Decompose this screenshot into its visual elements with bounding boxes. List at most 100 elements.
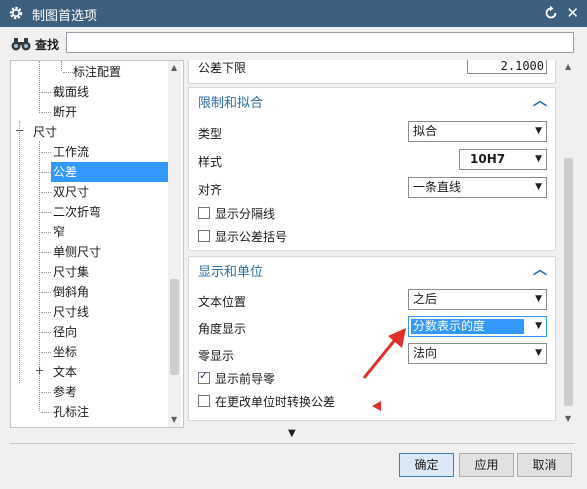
expand-icon[interactable]: + (35, 364, 44, 377)
scrollbar-thumb[interactable] (564, 158, 573, 406)
tree-connector (41, 192, 51, 193)
cancel-button[interactable]: 取消 (517, 453, 572, 477)
tree-item-hole-callout[interactable]: 孔标注 (53, 402, 89, 422)
window-title: 制图首选项 (32, 9, 98, 24)
tree-connector (41, 292, 51, 293)
apply-button[interactable]: 应用 (459, 453, 514, 477)
scrollbar-thumb[interactable] (170, 279, 179, 375)
section-header-display-units[interactable]: 显示和单位 (198, 261, 263, 280)
align-label: 对齐 (198, 183, 223, 197)
tree-scrollbar[interactable]: ▲ ▼ (168, 61, 181, 427)
collapse-section-icon[interactable]: ︿ (533, 259, 547, 279)
footer-divider (10, 443, 575, 444)
chevron-down-icon: ▼ (535, 321, 542, 331)
tree-item-workflow[interactable]: 工作流 (53, 142, 89, 162)
zero-display-dropdown[interactable]: 法向 ▼ (408, 343, 547, 364)
type-value: 拟合 (413, 124, 438, 138)
tree-item-annotation-config[interactable]: 标注配置 (73, 62, 121, 82)
collapse-section-icon[interactable]: ︿ (533, 90, 547, 110)
title-bar: 制图首选项 ✕ (0, 0, 587, 27)
annotation-marker-icon (372, 401, 381, 411)
text-position-label: 文本位置 (198, 295, 247, 309)
tree-connector (41, 252, 51, 253)
gear-icon (9, 6, 23, 20)
ok-button[interactable]: 确定 (399, 453, 454, 477)
tolerance-lower-label: 公差下限 (198, 61, 247, 75)
limits-fits-section: 限制和拟合 ︿ 类型 拟合 ▼ 样式 10H7 ▼ 对齐 一条直线 ▼ 显示分隔… (188, 87, 556, 251)
tree-item-dimension[interactable]: 尺寸 (33, 122, 57, 142)
pane-scrollbar[interactable]: ▲ ▼ (562, 60, 575, 426)
tree-connector (41, 392, 51, 393)
navigation-tree: 标注配置 截面线 断开 − 尺寸 工作流 公差 双尺寸 二次折弯 窄 单侧尺寸 … (10, 60, 184, 428)
align-dropdown[interactable]: 一条直线 ▼ (408, 177, 547, 198)
scroll-up-icon[interactable]: ▲ (565, 62, 571, 71)
show-leading-zero-checkbox[interactable] (198, 369, 210, 384)
tolerance-lower-input[interactable]: 2.1000 (467, 60, 547, 74)
tree-item-text[interactable]: 文本 (53, 362, 77, 382)
section-header-limits-fits[interactable]: 限制和拟合 (198, 92, 263, 111)
find-bar: 查找 (0, 27, 587, 60)
tree-item-radial[interactable]: 径向 (53, 322, 77, 342)
show-brackets-checkbox[interactable] (198, 230, 210, 242)
chevron-down-icon: ▼ (535, 294, 542, 304)
tree-item-narrow[interactable]: 窄 (53, 222, 65, 242)
tree-connector (41, 152, 51, 153)
tree-item-dual-dimension[interactable]: 双尺寸 (53, 182, 89, 202)
style-value: 10H7 (470, 152, 506, 166)
close-icon[interactable]: ✕ (566, 4, 579, 22)
chevron-down-icon: ▼ (535, 126, 542, 136)
tree-item-secondary-bend[interactable]: 二次折弯 (53, 202, 101, 222)
type-dropdown[interactable]: 拟合 ▼ (408, 121, 547, 142)
tree-item-dimension-set[interactable]: 尺寸集 (53, 262, 89, 282)
convert-on-unit-change-checkbox[interactable] (198, 395, 210, 407)
find-input[interactable] (66, 32, 574, 53)
tree-connector (41, 312, 51, 313)
tree-item-chamfer[interactable]: 倒斜角 (53, 282, 89, 302)
angle-display-value: 分数表示的度 (411, 319, 524, 334)
show-separator-checkbox[interactable] (198, 207, 210, 219)
scroll-down-icon[interactable]: ▼ (171, 415, 177, 424)
tree-connector (41, 112, 51, 113)
tree-connector (41, 332, 51, 333)
tree-guide-line (61, 61, 62, 71)
style-label: 样式 (198, 155, 223, 169)
expand-more-icon[interactable]: ▼ (288, 428, 296, 439)
reset-icon[interactable] (543, 5, 559, 21)
text-position-dropdown[interactable]: 之后 ▼ (408, 289, 547, 310)
annotation-arrow-icon (362, 328, 406, 379)
tree-connector (41, 212, 51, 213)
tree-connector (41, 412, 51, 413)
tree-item-unilateral-dimension[interactable]: 单侧尺寸 (53, 242, 101, 262)
tree-guide-line (39, 61, 40, 113)
show-leading-zero-label: 显示前导零 (215, 372, 276, 386)
dialog-footer: ▼ 确定 应用 取消 (0, 426, 587, 489)
tree-item-reference[interactable]: 参考 (53, 382, 77, 402)
tree-connector (41, 92, 51, 93)
tree-item-section-line[interactable]: 截面线 (53, 82, 89, 102)
tree-item-dimension-line[interactable]: 尺寸线 (53, 302, 89, 322)
style-dropdown[interactable]: 10H7 ▼ (459, 149, 547, 170)
tree-connector (41, 272, 51, 273)
tree-guide-line (19, 121, 20, 383)
scroll-up-icon[interactable]: ▲ (171, 63, 177, 72)
convert-on-unit-change-label: 在更改单位时转换公差 (215, 395, 336, 409)
tree-item-coordinate[interactable]: 坐标 (53, 342, 77, 362)
collapse-icon[interactable]: − (15, 124, 24, 137)
scroll-down-icon[interactable]: ▼ (565, 414, 571, 423)
find-label: 查找 (35, 38, 60, 52)
tree-connector (41, 352, 51, 353)
chevron-down-icon: ▼ (535, 154, 542, 164)
align-value: 一条直线 (413, 180, 462, 194)
tree-item-tolerance[interactable]: 公差 (51, 162, 168, 182)
tree-connector (41, 172, 51, 173)
type-label: 类型 (198, 127, 223, 141)
chevron-down-icon: ▼ (535, 348, 542, 358)
show-separator-label: 显示分隔线 (215, 207, 276, 221)
show-brackets-label: 显示公差括号 (215, 230, 288, 244)
text-position-value: 之后 (413, 292, 438, 306)
angle-display-label: 角度显示 (198, 322, 247, 336)
angle-display-dropdown[interactable]: 分数表示的度 ▼ (408, 316, 547, 337)
zero-display-label: 零显示 (198, 349, 235, 363)
tree-item-break[interactable]: 断开 (53, 102, 77, 122)
tolerance-limits-section: 公差下限 2.1000 (188, 60, 556, 84)
